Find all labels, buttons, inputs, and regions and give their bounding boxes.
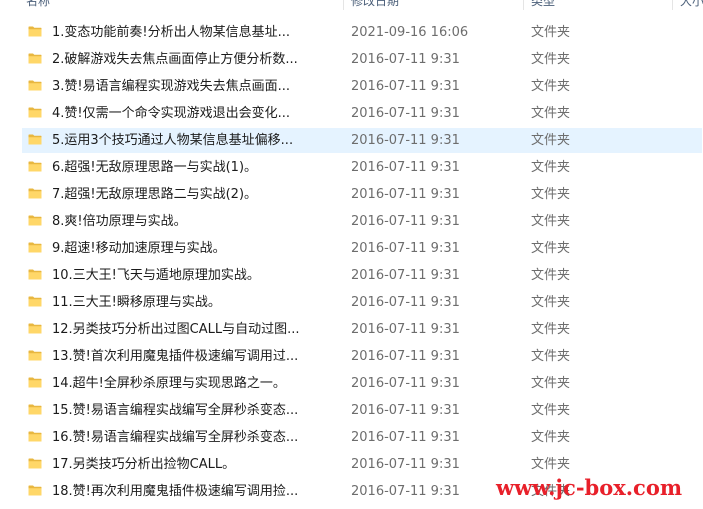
watermark-text: www.jc-box.com bbox=[496, 475, 683, 500]
modified-date: 2016-07-11 9:31 bbox=[351, 322, 460, 337]
folder-icon bbox=[28, 377, 42, 388]
file-type: 文件夹 bbox=[531, 241, 571, 256]
folder-icon bbox=[28, 107, 42, 118]
file-name: 12.另类技巧分析出过图CALL与自动过图... bbox=[52, 322, 300, 337]
modified-date: 2016-07-11 9:31 bbox=[351, 52, 460, 67]
file-type: 文件夹 bbox=[531, 52, 571, 67]
file-row[interactable]: 7.超强!无敌原理思路二与实战(2)。 2016-07-11 9:31 文件夹 bbox=[0, 181, 703, 208]
modified-date: 2016-07-11 9:31 bbox=[351, 349, 460, 364]
file-type: 文件夹 bbox=[531, 403, 571, 418]
column-divider[interactable] bbox=[343, 0, 344, 10]
file-name: 5.运用3个技巧通过人物某信息基址偏移... bbox=[52, 133, 294, 148]
column-header-size[interactable]: 大小 bbox=[680, 0, 703, 10]
file-name: 8.爽!倍功原理与实战。 bbox=[52, 214, 187, 229]
file-row[interactable]: 13.赞!首次利用魔鬼插件极速编写调用过... 2016-07-11 9:31 … bbox=[0, 343, 703, 370]
folder-icon bbox=[28, 404, 42, 415]
file-explorer-window: 名称 修改日期 类型 大小 1.变态功能前奏!分析出人物某信息基址... 202… bbox=[0, 0, 703, 509]
modified-date: 2016-07-11 9:31 bbox=[351, 295, 460, 310]
file-name: 7.超强!无敌原理思路二与实战(2)。 bbox=[52, 187, 258, 202]
file-type: 文件夹 bbox=[531, 187, 571, 202]
modified-date: 2016-07-11 9:31 bbox=[351, 376, 460, 391]
file-row[interactable]: 5.运用3个技巧通过人物某信息基址偏移... 2016-07-11 9:31 文… bbox=[0, 127, 703, 154]
file-type: 文件夹 bbox=[531, 295, 571, 310]
column-header-date[interactable]: 修改日期 bbox=[351, 0, 399, 10]
file-row[interactable]: 11.三大王!瞬移原理与实战。 2016-07-11 9:31 文件夹 bbox=[0, 289, 703, 316]
modified-date: 2016-07-11 9:31 bbox=[351, 133, 460, 148]
folder-icon bbox=[28, 134, 42, 145]
file-name: 13.赞!首次利用魔鬼插件极速编写调用过... bbox=[52, 349, 299, 364]
folder-icon bbox=[28, 242, 42, 253]
file-type: 文件夹 bbox=[531, 349, 571, 364]
file-type: 文件夹 bbox=[531, 106, 571, 121]
column-header-bar: 名称 修改日期 类型 大小 bbox=[0, 0, 703, 10]
column-header-name[interactable]: 名称 bbox=[26, 0, 50, 10]
folder-icon bbox=[28, 350, 42, 361]
file-type: 文件夹 bbox=[531, 268, 571, 283]
modified-date: 2016-07-11 9:31 bbox=[351, 187, 460, 202]
folder-icon bbox=[28, 26, 42, 37]
file-row[interactable]: 8.爽!倍功原理与实战。 2016-07-11 9:31 文件夹 bbox=[0, 208, 703, 235]
file-name: 16.赞!易语言编程实战编写全屏秒杀变态... bbox=[52, 430, 299, 445]
file-row[interactable]: 14.超牛!全屏秒杀原理与实现思路之一。 2016-07-11 9:31 文件夹 bbox=[0, 370, 703, 397]
file-name: 11.三大王!瞬移原理与实战。 bbox=[52, 295, 221, 310]
folder-icon bbox=[28, 323, 42, 334]
modified-date: 2016-07-11 9:31 bbox=[351, 160, 460, 175]
modified-date: 2016-07-11 9:31 bbox=[351, 214, 460, 229]
modified-date: 2016-07-11 9:31 bbox=[351, 403, 460, 418]
file-type: 文件夹 bbox=[531, 214, 571, 229]
file-type: 文件夹 bbox=[531, 322, 571, 337]
file-type: 文件夹 bbox=[531, 430, 571, 445]
column-divider[interactable] bbox=[672, 0, 673, 10]
modified-date: 2016-07-11 9:31 bbox=[351, 457, 460, 472]
column-divider[interactable] bbox=[523, 0, 524, 10]
modified-date: 2016-07-11 9:31 bbox=[351, 106, 460, 121]
modified-date: 2016-07-11 9:31 bbox=[351, 268, 460, 283]
file-name: 10.三大王!飞天与遁地原理加实战。 bbox=[52, 268, 260, 283]
folder-icon bbox=[28, 431, 42, 442]
modified-date: 2016-07-11 9:31 bbox=[351, 484, 460, 499]
file-name: 18.赞!再次利用魔鬼插件极速编写调用捡... bbox=[52, 484, 299, 499]
file-name: 6.超强!无敌原理思路一与实战(1)。 bbox=[52, 160, 258, 175]
file-type: 文件夹 bbox=[531, 79, 571, 94]
file-row[interactable]: 12.另类技巧分析出过图CALL与自动过图... 2016-07-11 9:31… bbox=[0, 316, 703, 343]
file-name: 2.破解游戏失去焦点画面停止方便分析数... bbox=[52, 52, 298, 67]
folder-icon bbox=[28, 80, 42, 91]
folder-icon bbox=[28, 458, 42, 469]
file-row[interactable]: 1.变态功能前奏!分析出人物某信息基址... 2021-09-16 16:06 … bbox=[0, 19, 703, 46]
file-type: 文件夹 bbox=[531, 376, 571, 391]
folder-icon bbox=[28, 188, 42, 199]
file-type: 文件夹 bbox=[531, 160, 571, 175]
file-name: 4.赞!仅需一个命令实现游戏退出会变化... bbox=[52, 106, 291, 121]
modified-date: 2021-09-16 16:06 bbox=[351, 25, 469, 40]
modified-date: 2016-07-11 9:31 bbox=[351, 79, 460, 94]
folder-icon bbox=[28, 485, 42, 496]
file-type: 文件夹 bbox=[531, 133, 571, 148]
file-row[interactable]: 2.破解游戏失去焦点画面停止方便分析数... 2016-07-11 9:31 文… bbox=[0, 46, 703, 73]
column-header-type[interactable]: 类型 bbox=[531, 0, 555, 10]
file-row[interactable]: 15.赞!易语言编程实战编写全屏秒杀变态... 2016-07-11 9:31 … bbox=[0, 397, 703, 424]
folder-icon bbox=[28, 269, 42, 280]
file-name: 9.超速!移动加速原理与实战。 bbox=[52, 241, 226, 256]
file-name: 15.赞!易语言编程实战编写全屏秒杀变态... bbox=[52, 403, 299, 418]
file-row[interactable]: 9.超速!移动加速原理与实战。 2016-07-11 9:31 文件夹 bbox=[0, 235, 703, 262]
file-name: 14.超牛!全屏秒杀原理与实现思路之一。 bbox=[52, 376, 286, 391]
folder-icon bbox=[28, 161, 42, 172]
file-name: 3.赞!易语言编程实现游戏失去焦点画面... bbox=[52, 79, 291, 94]
file-type: 文件夹 bbox=[531, 25, 571, 40]
modified-date: 2016-07-11 9:31 bbox=[351, 430, 460, 445]
file-name: 17.另类技巧分析出捡物CALL。 bbox=[52, 457, 236, 472]
file-row[interactable]: 6.超强!无敌原理思路一与实战(1)。 2016-07-11 9:31 文件夹 bbox=[0, 154, 703, 181]
modified-date: 2016-07-11 9:31 bbox=[351, 241, 460, 256]
file-name: 1.变态功能前奏!分析出人物某信息基址... bbox=[52, 25, 291, 40]
file-row[interactable]: 3.赞!易语言编程实现游戏失去焦点画面... 2016-07-11 9:31 文… bbox=[0, 73, 703, 100]
folder-icon bbox=[28, 215, 42, 226]
folder-icon bbox=[28, 53, 42, 64]
file-list: 1.变态功能前奏!分析出人物某信息基址... 2021-09-16 16:06 … bbox=[0, 19, 703, 505]
file-row[interactable]: 16.赞!易语言编程实战编写全屏秒杀变态... 2016-07-11 9:31 … bbox=[0, 424, 703, 451]
folder-icon bbox=[28, 296, 42, 307]
file-row[interactable]: 4.赞!仅需一个命令实现游戏退出会变化... 2016-07-11 9:31 文… bbox=[0, 100, 703, 127]
file-row[interactable]: 10.三大王!飞天与遁地原理加实战。 2016-07-11 9:31 文件夹 bbox=[0, 262, 703, 289]
